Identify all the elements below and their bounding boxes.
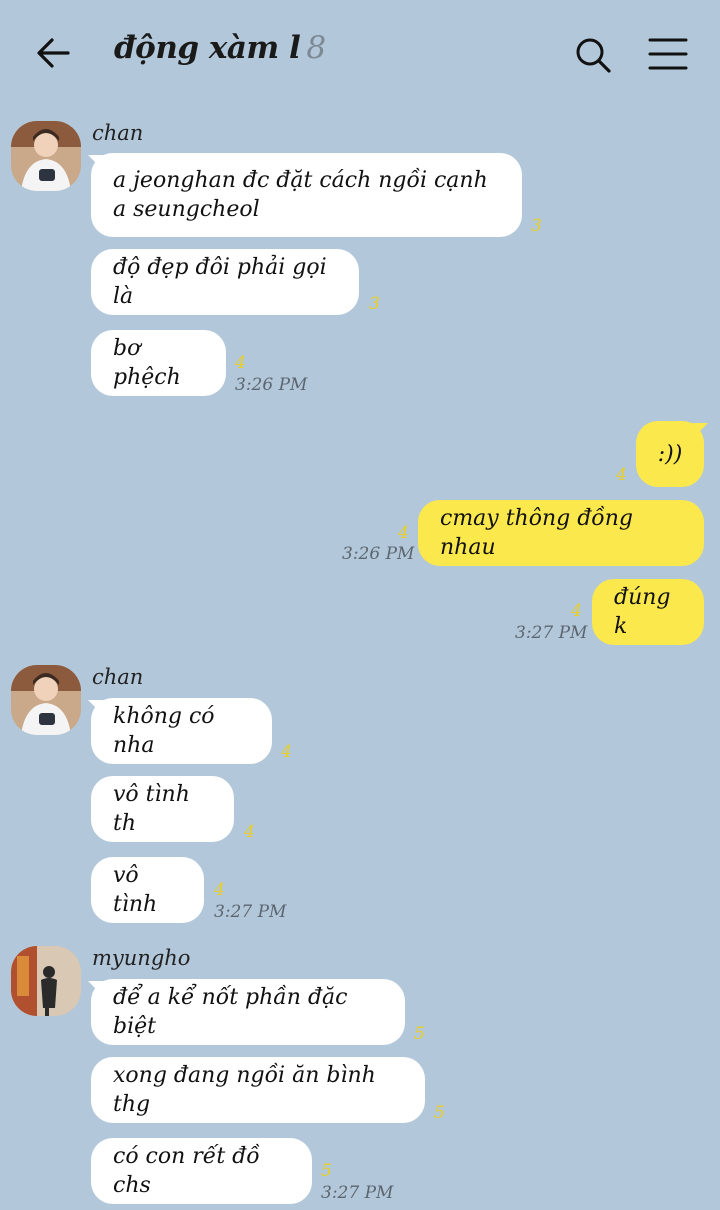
chat-title-text: động xàm l bbox=[114, 30, 301, 66]
message-bubble[interactable]: a jeonghan đc đặt cách ngồi cạnh a seung… bbox=[91, 153, 522, 237]
arrow-left-icon bbox=[37, 38, 70, 68]
message-bubble[interactable]: có con rết đồ chs bbox=[91, 1138, 312, 1204]
message-bubble[interactable]: bơ phệch bbox=[91, 330, 226, 396]
message-bubble[interactable]: đúng k bbox=[592, 579, 704, 645]
message-bubble[interactable]: vô tình bbox=[91, 857, 204, 923]
unread-count: 4 bbox=[244, 822, 255, 842]
message-bubble[interactable]: độ đẹp đôi phải gọi là bbox=[91, 249, 359, 315]
unread-count: 4 bbox=[281, 742, 292, 762]
avatar-image bbox=[11, 946, 81, 1016]
unread-count: 4 bbox=[235, 353, 246, 373]
unread-count: 3 bbox=[531, 216, 542, 236]
message-time: 3:26 PM bbox=[342, 544, 415, 564]
unread-count: 4 bbox=[571, 601, 582, 621]
sender-name: chan bbox=[92, 665, 144, 689]
message-text: :)) bbox=[657, 441, 683, 467]
search-icon bbox=[576, 38, 611, 73]
message-text: vô tình th bbox=[113, 782, 190, 836]
message-time: 3:27 PM bbox=[515, 623, 588, 643]
message-bubble[interactable]: để a kể nốt phần đặc biệt bbox=[91, 979, 405, 1045]
message-bubble[interactable]: xong đang ngồi ăn bình thg bbox=[91, 1057, 425, 1123]
avatar-chan[interactable] bbox=[11, 121, 81, 191]
message-bubble[interactable]: không có nha bbox=[91, 698, 272, 764]
unread-count: 4 bbox=[616, 465, 627, 485]
unread-count: 4 bbox=[214, 880, 225, 900]
unread-count: 5 bbox=[414, 1024, 425, 1044]
back-button[interactable] bbox=[30, 30, 80, 76]
unread-count: 3 bbox=[369, 294, 380, 314]
message-text: không có nha bbox=[113, 704, 215, 758]
bubble-tail bbox=[692, 423, 708, 439]
chat-title: động xàm l8 bbox=[114, 30, 326, 66]
message-text: đúng k bbox=[614, 585, 671, 639]
hamburger-menu-icon bbox=[648, 38, 688, 70]
message-text: độ đẹp đôi phải gọi là bbox=[113, 255, 327, 309]
message-bubble[interactable]: cmay thông đồng nhau bbox=[418, 500, 704, 566]
message-text: có con rết đồ chs bbox=[113, 1144, 260, 1198]
chat-header: động xàm l8 bbox=[0, 0, 720, 100]
message-text: bơ phệch bbox=[113, 336, 181, 390]
message-time: 3:26 PM bbox=[235, 375, 308, 395]
message-text: vô tình bbox=[113, 863, 158, 917]
avatar-image bbox=[11, 665, 81, 735]
unread-count: 5 bbox=[321, 1161, 332, 1181]
message-time: 3:27 PM bbox=[321, 1183, 394, 1203]
avatar-chan[interactable] bbox=[11, 665, 81, 735]
message-text: cmay thông đồng nhau bbox=[440, 506, 634, 560]
avatar-image bbox=[11, 121, 81, 191]
sender-name: myungho bbox=[92, 946, 191, 970]
message-text: để a kể nốt phần đặc biệt bbox=[113, 985, 348, 1039]
menu-button[interactable] bbox=[644, 32, 692, 76]
avatar-myungho[interactable] bbox=[11, 946, 81, 1016]
member-count: 8 bbox=[306, 30, 326, 66]
unread-count: 5 bbox=[434, 1103, 445, 1123]
message-time: 3:27 PM bbox=[214, 902, 287, 922]
sender-name: chan bbox=[92, 121, 144, 145]
unread-count: 4 bbox=[398, 523, 409, 543]
message-text: xong đang ngồi ăn bình thg bbox=[113, 1063, 376, 1117]
search-button[interactable] bbox=[570, 32, 616, 78]
message-bubble[interactable]: vô tình th bbox=[91, 776, 234, 842]
message-text: a jeonghan đc đặt cách ngồi cạnh a seung… bbox=[113, 168, 488, 222]
